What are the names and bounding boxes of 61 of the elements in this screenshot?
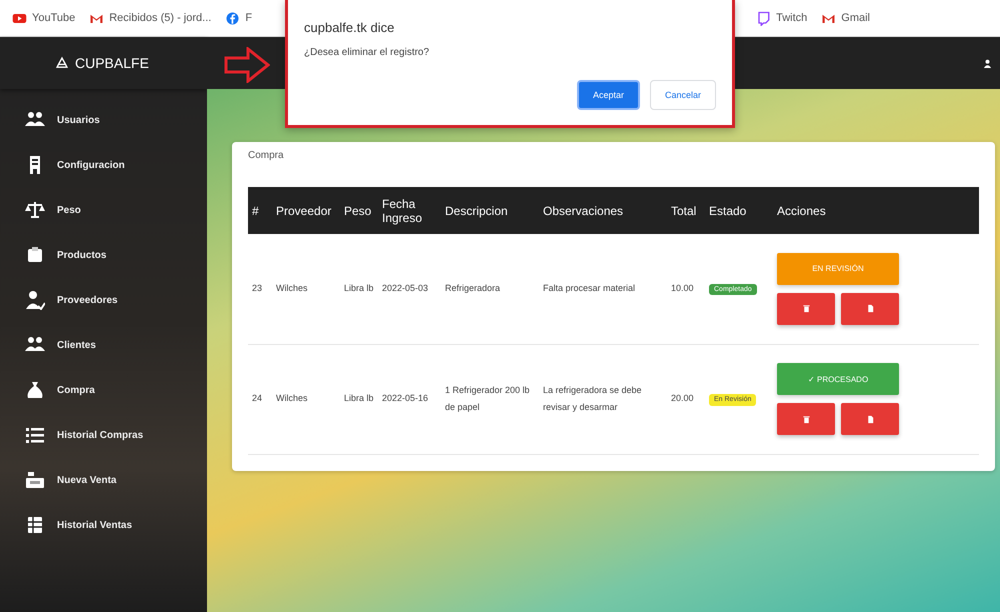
sidebar-item[interactable]: Usuarios (25, 109, 207, 131)
arrow-annotation (224, 47, 270, 83)
sidebar-item[interactable]: Peso (25, 199, 207, 221)
table-cell: 1 Refrigerador 200 lb de papel (441, 344, 539, 454)
sidebar-item[interactable]: Historial Compras (25, 424, 207, 446)
table-cell: 10.00 (667, 234, 705, 344)
scale-icon (25, 200, 45, 220)
table-icon (25, 515, 45, 535)
sidebar-item[interactable]: Productos (25, 244, 207, 266)
brand-logo[interactable]: CUPBALFE (0, 37, 207, 89)
bookmark-link[interactable]: Twitch (756, 10, 808, 26)
table-cell: Wilches (272, 344, 340, 454)
sidebar-item[interactable]: Configuracion (25, 154, 207, 176)
sidebar-item[interactable]: Historial Ventas (25, 514, 207, 536)
chat-icon (756, 10, 772, 26)
dialog-message: ¿Desea eliminar el registro? (304, 47, 430, 58)
delete-button[interactable] (777, 292, 835, 325)
table-cell: 23 (248, 234, 272, 344)
column-header: Total (667, 187, 705, 234)
accept-button[interactable]: Aceptar (576, 80, 640, 110)
table-cell: Falta procesar material (539, 234, 667, 344)
document-icon (866, 414, 874, 424)
column-header: Peso (340, 187, 378, 234)
card-title: Compra (248, 150, 285, 161)
column-header: Acciones (773, 187, 979, 234)
bookmark-link[interactable]: YouTube (12, 10, 76, 26)
column-header: Fecha Ingreso (378, 187, 441, 234)
bookmark-link[interactable]: Recibidos (5) - jord... (89, 10, 212, 26)
bookmark-link[interactable]: Gmail (821, 10, 870, 26)
column-header: Estado (705, 187, 773, 234)
trash-icon (802, 414, 810, 424)
column-header: # (248, 187, 272, 234)
table-cell: 20.00 (667, 344, 705, 454)
table-cell: Wilches (272, 234, 340, 344)
table-cell: Libra lb (340, 344, 378, 454)
cancel-button[interactable]: Cancelar (650, 80, 716, 110)
list-icon (25, 425, 45, 445)
document-button[interactable] (841, 292, 899, 325)
table-cell: Refrigeradora (441, 234, 539, 344)
dialog-title: cupbalfe.tk dice (304, 20, 396, 35)
facebook-icon (225, 10, 240, 26)
user-icon[interactable] (983, 58, 992, 68)
box-icon (25, 245, 45, 265)
sidebar-item[interactable]: Nueva Venta (25, 469, 207, 491)
sidebar-item[interactable]: Proveedores (25, 289, 207, 311)
money-bag-icon (25, 380, 45, 400)
bookmark-link[interactable]: F (225, 10, 252, 26)
sidebar-item[interactable]: Compra (25, 379, 207, 401)
table-cell: 24 (248, 344, 272, 454)
document-icon (866, 304, 874, 314)
table-cell: La refrigeradora se debe revisar y desarmar (539, 344, 667, 454)
table-cell: 2022-05-16 (378, 344, 441, 454)
cash-register-icon (25, 470, 45, 490)
column-header: Proveedor (272, 187, 340, 234)
trash-icon (802, 304, 810, 314)
user-icon (25, 290, 45, 310)
sidebar-item[interactable]: Clientes (25, 334, 207, 356)
column-header: Observaciones (539, 187, 667, 234)
table-cell: Libra lb (340, 234, 378, 344)
table-cell: 2022-05-03 (378, 234, 441, 344)
column-header: Descripcion (441, 187, 539, 234)
